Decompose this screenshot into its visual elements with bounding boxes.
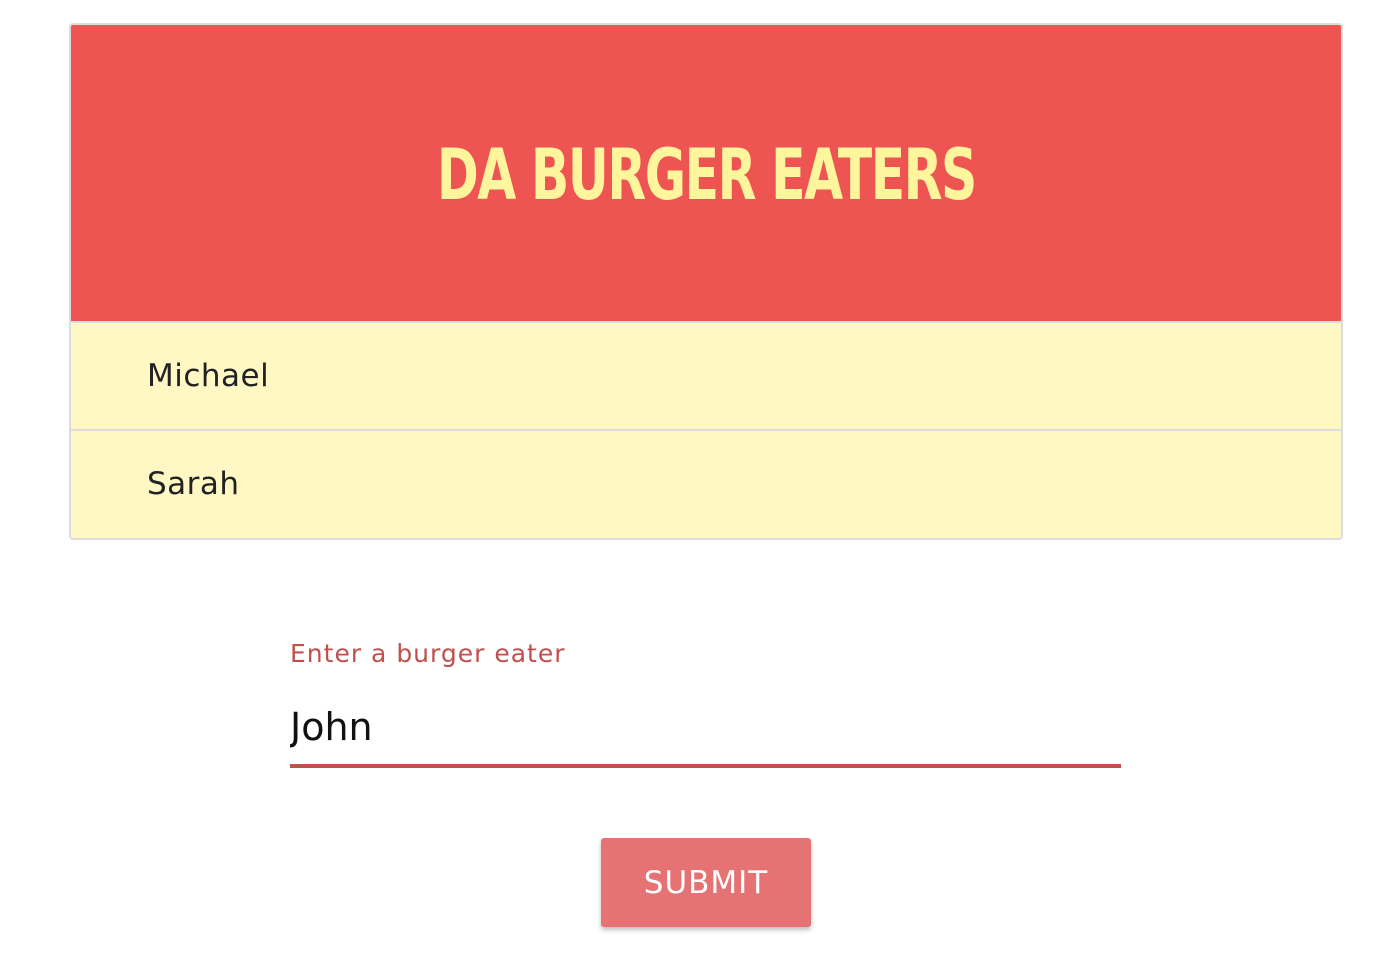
- eater-list: Michael Sarah: [71, 323, 1341, 537]
- page-title: DA BURGER EATERS: [436, 134, 977, 216]
- list-item: Sarah: [71, 431, 1341, 537]
- burger-eater-label: Enter a burger eater: [290, 639, 566, 668]
- submit-button[interactable]: SUBMIT: [601, 838, 811, 927]
- card-header: DA BURGER EATERS: [71, 25, 1341, 323]
- list-item: Michael: [71, 323, 1341, 431]
- burger-eater-input[interactable]: [290, 690, 1121, 768]
- add-eater-form: Enter a burger eater: [290, 632, 1121, 768]
- burger-eaters-card: DA BURGER EATERS Michael Sarah: [69, 23, 1343, 540]
